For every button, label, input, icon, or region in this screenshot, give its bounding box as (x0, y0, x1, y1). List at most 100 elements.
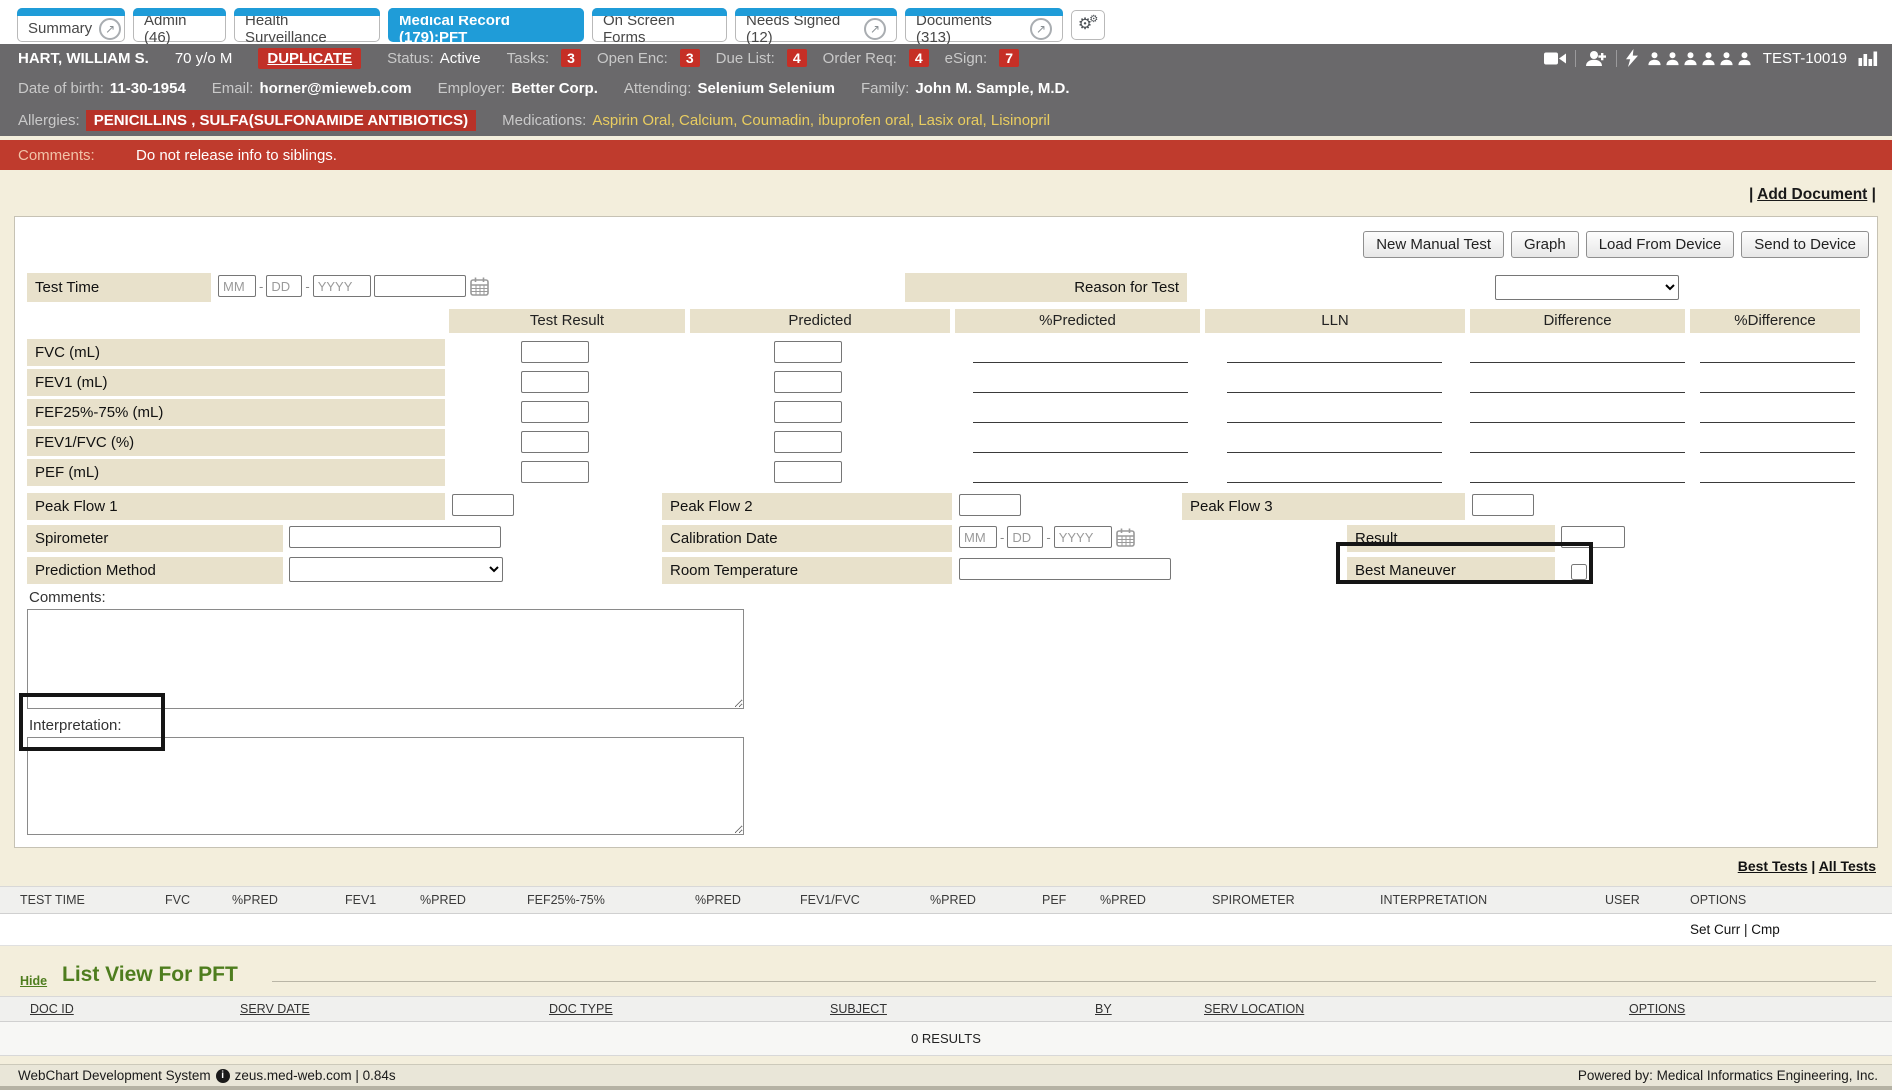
tab-documents[interactable]: Documents (313) ↗ (905, 8, 1063, 42)
interpretation-textarea[interactable] (27, 737, 744, 835)
fev1-pct-predicted-line (973, 369, 1188, 393)
calibration-day-input[interactable] (1007, 526, 1043, 548)
bottom-strip (0, 1086, 1892, 1090)
pef-pct-difference-line (1700, 459, 1855, 483)
employer-label: Employer: (438, 80, 506, 97)
graph-button[interactable]: Graph (1511, 231, 1579, 258)
esign-count-badge[interactable]: 7 (999, 49, 1019, 67)
set-curr-cmp-links[interactable]: Set Curr | Cmp (1690, 914, 1780, 946)
comments-alert-label: Comments: (18, 147, 136, 164)
calibration-month-input[interactable] (959, 526, 997, 548)
fev1-test-result-input[interactable] (521, 371, 589, 393)
result-input[interactable] (1561, 526, 1625, 548)
divider (1575, 50, 1576, 67)
popout-icon[interactable]: ↗ (1030, 18, 1052, 40)
best-tests-link[interactable]: Best Tests (1738, 858, 1808, 874)
best-maneuver-checkbox[interactable] (1571, 564, 1587, 580)
patient-id: TEST-10019 (1763, 50, 1847, 67)
test-time-day-input[interactable] (266, 275, 302, 297)
tab-health-surveillance[interactable]: Health Surveillance (234, 8, 380, 42)
load-from-device-button[interactable]: Load From Device (1586, 231, 1735, 258)
peak-flow-1-input[interactable] (452, 494, 514, 516)
video-camera-icon[interactable] (1544, 51, 1566, 66)
medications-list[interactable]: Aspirin Oral, Calcium, Coumadin, ibuprof… (592, 112, 1050, 129)
results-col-pred5: %PRED (1100, 887, 1146, 913)
fef-predicted-input[interactable] (774, 401, 842, 423)
calendar-icon[interactable] (469, 276, 490, 297)
results-col-user: USER (1605, 887, 1640, 913)
due-list-count-badge[interactable]: 4 (787, 49, 807, 67)
col-header-pct-predicted: %Predicted (955, 309, 1200, 333)
popout-icon[interactable]: ↗ (864, 18, 886, 40)
add-person-icon[interactable] (1585, 50, 1607, 67)
col-header-difference: Difference (1470, 309, 1685, 333)
fev1-fvc-pct-predicted-line (973, 429, 1188, 453)
fvc-predicted-input[interactable] (774, 341, 842, 363)
header-icon-group: TEST-10019 (1544, 49, 1892, 67)
peak-flow-2-input[interactable] (959, 494, 1021, 516)
room-temperature-input[interactable] (959, 558, 1171, 580)
fev1-predicted-input[interactable] (774, 371, 842, 393)
send-to-device-button[interactable]: Send to Device (1741, 231, 1869, 258)
footer-powered-by: Powered by: Medical Informatics Engineer… (1578, 1068, 1892, 1083)
list-col-serv-date[interactable]: SERV DATE (240, 997, 310, 1021)
test-time-year-input[interactable] (313, 275, 371, 297)
result-label: Result (1347, 525, 1555, 552)
test-time-inputs: - - (218, 275, 490, 297)
open-enc-count-badge[interactable]: 3 (680, 49, 700, 67)
peak-flow-3-input[interactable] (1472, 494, 1534, 516)
order-req-count-badge[interactable]: 4 (909, 49, 929, 67)
employer-value: Better Corp. (511, 80, 598, 97)
tab-medical-record[interactable]: Medical Record (179):PFT (388, 8, 584, 42)
bar-chart-icon[interactable] (1858, 50, 1878, 66)
info-icon[interactable]: i (216, 1069, 230, 1083)
patient-name: HART, WILLIAM S. (18, 50, 149, 67)
tab-needs-signed[interactable]: Needs Signed (12) ↗ (735, 8, 897, 42)
census-person-icons[interactable] (1647, 51, 1752, 66)
spirometer-input[interactable] (289, 526, 501, 548)
fvc-difference-line (1470, 339, 1685, 363)
due-list-label: Due List: (716, 50, 775, 67)
popout-icon[interactable]: ↗ (99, 18, 121, 40)
allergies-chip[interactable]: PENICILLINS , SULFA(SULFONAMIDE ANTIBIOT… (86, 110, 476, 131)
test-time-month-input[interactable] (218, 275, 256, 297)
fvc-lln-line (1227, 339, 1442, 363)
tab-summary[interactable]: Summary ↗ (17, 8, 125, 42)
comments-textarea[interactable] (27, 609, 744, 709)
list-col-doc-id[interactable]: DOC ID (30, 997, 74, 1021)
add-document-link[interactable]: Add Document (1757, 186, 1867, 203)
all-tests-link[interactable]: All Tests (1819, 858, 1876, 874)
fef-test-result-input[interactable] (521, 401, 589, 423)
fvc-test-result-input[interactable] (521, 341, 589, 363)
tasks-count-badge[interactable]: 3 (561, 49, 581, 67)
esign-label: eSign: (945, 50, 988, 67)
list-col-serv-location[interactable]: SERV LOCATION (1204, 997, 1304, 1021)
results-col-pef: PEF (1042, 887, 1066, 913)
fev1-fvc-predicted-input[interactable] (774, 431, 842, 453)
calendar-icon[interactable] (1115, 527, 1136, 548)
new-manual-test-button[interactable]: New Manual Test (1363, 231, 1504, 258)
results-col-pred4: %PRED (930, 887, 976, 913)
fvc-pct-predicted-line (973, 339, 1188, 363)
reason-for-test-select[interactable] (1495, 275, 1679, 300)
dob-label: Date of birth: (18, 80, 104, 97)
pef-test-result-input[interactable] (521, 461, 589, 483)
list-col-options[interactable]: OPTIONS (1629, 997, 1685, 1021)
duplicate-flag[interactable]: DUPLICATE (258, 48, 361, 69)
list-col-doc-type[interactable]: DOC TYPE (549, 997, 613, 1021)
calibration-year-input[interactable] (1054, 526, 1112, 548)
tab-label: On Screen Forms (603, 12, 716, 46)
tab-admin[interactable]: Admin (46) (133, 8, 226, 42)
footer-app-name: WebChart Development System (18, 1068, 211, 1083)
hide-list-link[interactable]: Hide (20, 974, 47, 988)
tab-on-screen-forms[interactable]: On Screen Forms (592, 8, 727, 42)
settings-gears-icon[interactable]: ⚙⚙ (1071, 10, 1105, 40)
list-col-by[interactable]: BY (1095, 997, 1112, 1021)
list-col-subject[interactable]: SUBJECT (830, 997, 887, 1021)
pef-predicted-input[interactable] (774, 461, 842, 483)
fev1-fvc-test-result-input[interactable] (521, 431, 589, 453)
prediction-method-select[interactable] (289, 557, 503, 582)
lightning-icon[interactable] (1626, 49, 1638, 67)
test-time-time-input[interactable] (374, 275, 466, 297)
prediction-method-label: Prediction Method (27, 557, 283, 584)
